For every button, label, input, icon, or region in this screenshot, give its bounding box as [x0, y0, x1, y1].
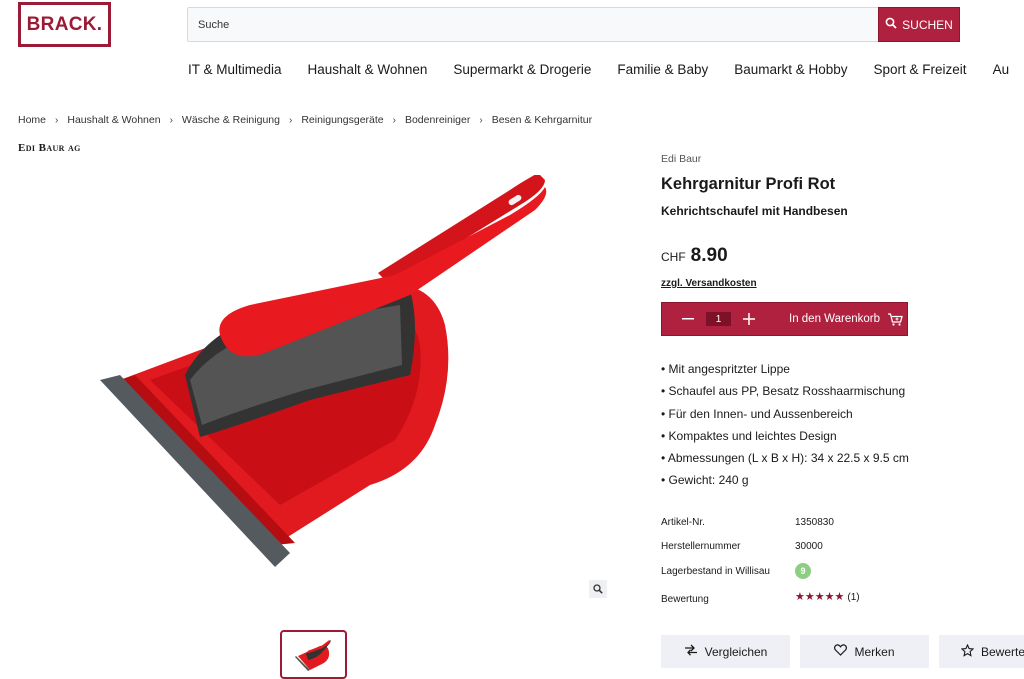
feature-item: • Gewicht: 240 g: [661, 473, 749, 488]
breadcrumb-besen-kehrgarnitur[interactable]: Besen & Kehrgarnitur: [492, 114, 592, 126]
star-icon: ★: [824, 591, 835, 603]
search-input[interactable]: [187, 7, 879, 42]
chevron-right-icon: ›: [169, 114, 173, 126]
stock-label: Lagerbestand in Willisau: [661, 566, 770, 577]
chevron-right-icon: ›: [479, 114, 483, 126]
manufacturer-number-label: Herstellernummer: [661, 541, 741, 552]
compare-button[interactable]: Vergleichen: [661, 635, 790, 668]
search-button[interactable]: SUCHEN: [878, 7, 960, 42]
compare-icon: [684, 644, 698, 659]
main-nav: IT & Multimedia Haushalt & Wohnen Superm…: [188, 62, 1024, 82]
article-number-value: 1350830: [795, 517, 834, 528]
nav-item-haushalt-wohnen[interactable]: Haushalt & Wohnen: [308, 62, 428, 82]
heart-icon: [834, 644, 848, 659]
article-number-label: Artikel-Nr.: [661, 517, 705, 528]
rating-count[interactable]: (1): [847, 592, 859, 603]
chevron-right-icon: ›: [392, 114, 396, 126]
chevron-right-icon: ›: [55, 114, 59, 126]
product-image[interactable]: [90, 173, 560, 575]
star-outline-icon: [960, 643, 975, 660]
stock-badge: 9: [795, 563, 811, 579]
save-button-label: Merken: [854, 644, 895, 659]
chevron-right-icon: ›: [288, 114, 293, 126]
rating-label: Bewertung: [661, 594, 709, 605]
product-title: Kehrgarnitur Profi Rot: [661, 175, 836, 193]
save-button[interactable]: Merken: [800, 635, 929, 668]
product-brand[interactable]: Edi Baur: [661, 153, 701, 165]
star-icon: ★: [814, 591, 825, 603]
star-icon: ★: [804, 591, 815, 603]
breadcrumb-bodenreiniger[interactable]: Bodenreiniger: [405, 114, 470, 126]
quantity-increase-button[interactable]: [737, 307, 761, 331]
breadcrumb-home[interactable]: Home: [18, 114, 46, 126]
star-icon: ★: [834, 591, 845, 603]
product-subtitle: Kehrichtschaufel mit Handbesen: [661, 204, 848, 218]
nav-item-baumarkt-hobby[interactable]: Baumarkt & Hobby: [734, 62, 847, 82]
price-value: 8.90: [690, 245, 728, 266]
product-price: CHF 8.90: [661, 245, 728, 267]
nav-item-sport-freizeit[interactable]: Sport & Freizeit: [874, 62, 967, 82]
quantity-input[interactable]: [706, 312, 731, 326]
breadcrumb-waesche-reinigung[interactable]: Wäsche & Reinigung: [182, 114, 280, 126]
feature-item: • Abmessungen (L x B x H): 34 x 22.5 x 9…: [661, 451, 909, 466]
star-icon: ★: [795, 591, 805, 603]
feature-item: • Für den Innen- und Aussenbereich: [661, 406, 853, 421]
feature-item: • Mit angespritzter Lippe: [661, 362, 790, 376]
feature-item: • Kompaktes und leichtes Design: [661, 428, 837, 443]
shipping-costs-link[interactable]: zzgl. Versandkosten: [661, 278, 757, 289]
zoom-icon[interactable]: [589, 580, 607, 598]
breadcrumb: Home › Haushalt & Wohnen › Wäsche & Rein…: [18, 114, 592, 126]
nav-item-supermarkt-drogerie[interactable]: Supermarkt & Drogerie: [453, 62, 591, 82]
product-thumbnail[interactable]: [280, 630, 347, 679]
manufacturer-number-value: 30000: [795, 541, 823, 552]
quantity-decrease-button[interactable]: [676, 307, 700, 331]
price-currency: CHF: [661, 250, 686, 264]
feature-list: • Mit angespritzter Lippe • Schaufel aus…: [661, 362, 909, 496]
cart-icon[interactable]: [887, 312, 903, 326]
search-icon: [885, 17, 897, 32]
breadcrumb-reinigungsgeraete[interactable]: Reinigungsgeräte: [301, 114, 383, 126]
add-to-cart-bar: In den Warenkorb: [661, 302, 908, 336]
nav-item-it-multimedia[interactable]: IT & Multimedia: [188, 62, 282, 82]
rating-stars[interactable]: ★ ★ ★ ★ ★ (1): [795, 591, 860, 604]
brack-logo[interactable]: BRACK.: [18, 2, 111, 47]
vendor-logo: Edi Baur ag: [18, 142, 81, 154]
compare-button-label: Vergleichen: [704, 644, 768, 659]
rate-button-label: Bewerten: [981, 644, 1024, 659]
feature-item: • Schaufel aus PP, Besatz Rosshaarmischu…: [661, 384, 906, 399]
rate-button[interactable]: Bewerten: [939, 635, 1024, 668]
breadcrumb-haushalt-wohnen[interactable]: Haushalt & Wohnen: [67, 114, 160, 126]
add-to-cart-button[interactable]: In den Warenkorb: [789, 313, 880, 325]
nav-item-familie-baby[interactable]: Familie & Baby: [617, 62, 708, 82]
nav-item-truncated[interactable]: Au: [993, 62, 1010, 82]
search-button-label: SUCHEN: [902, 17, 953, 32]
